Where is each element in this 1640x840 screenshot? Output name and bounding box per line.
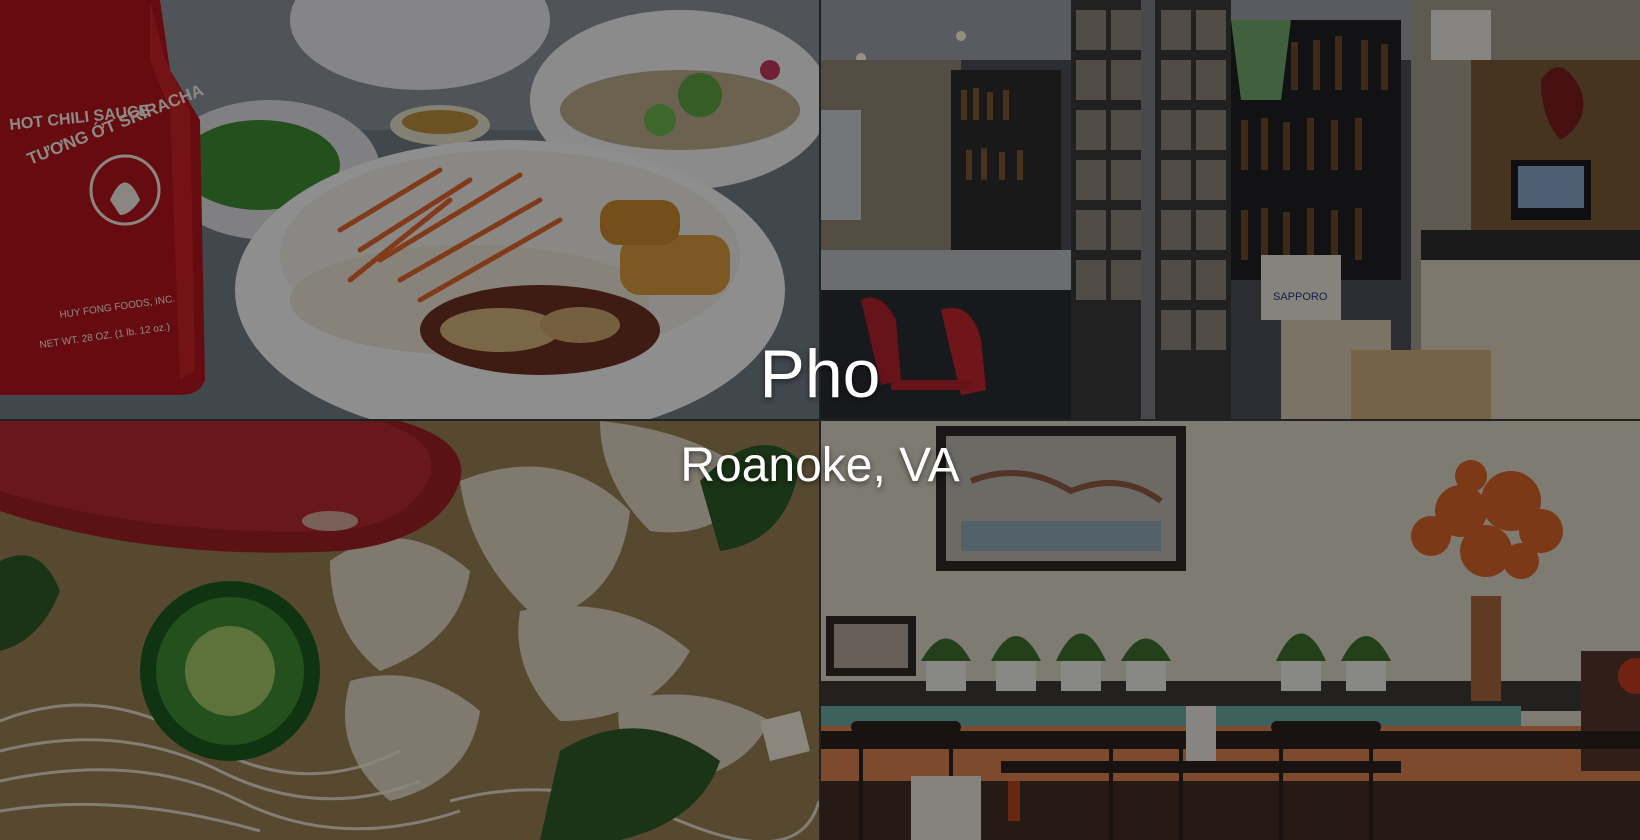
dark-overlay	[0, 0, 1640, 840]
hero-banner: HOT CHILI SAUCE TƯƠNG ỚT SRIRACHA HUY FO…	[0, 0, 1640, 840]
